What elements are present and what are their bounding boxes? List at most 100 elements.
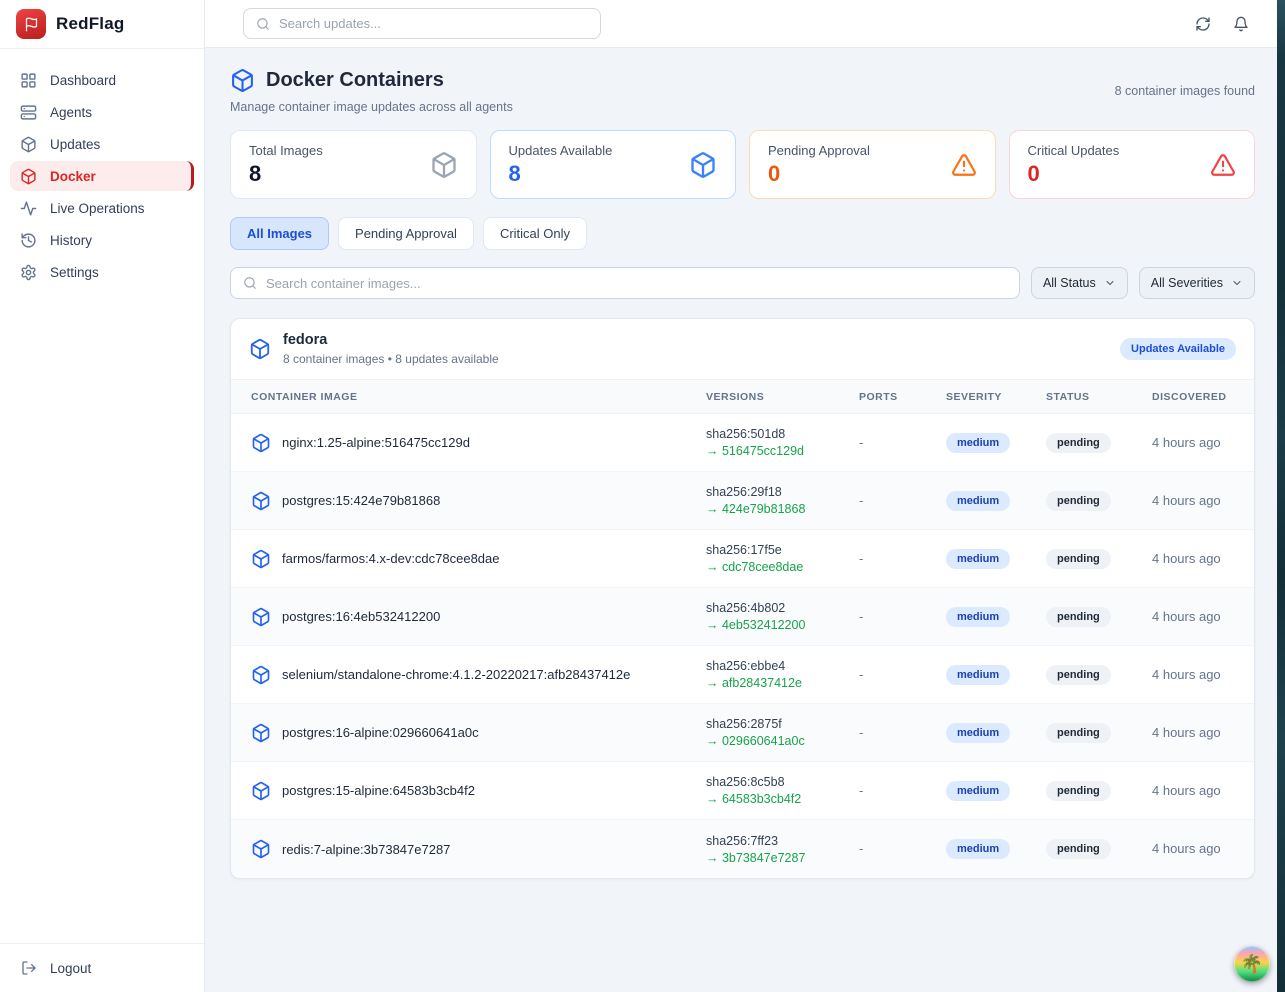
status-badge: pending: [1046, 433, 1111, 453]
sidebar-item-label: Settings: [50, 265, 99, 280]
col-versions: VERSIONS: [706, 391, 859, 403]
container-image-name: postgres:15-alpine:64583b3cb4f2: [282, 783, 475, 798]
discovered-value: 4 hours ago: [1152, 435, 1221, 450]
alert-icon: [951, 152, 977, 178]
stat-label: Total Images: [249, 143, 323, 158]
stat-cards: Total Images 8 Updates Available 8: [230, 130, 1255, 199]
col-severity: SEVERITY: [946, 391, 1046, 403]
package-icon: [251, 839, 271, 859]
global-search[interactable]: [243, 8, 601, 39]
container-image-name: selenium/standalone-chrome:4.1.2-2022021…: [282, 667, 630, 682]
severity-badge: medium: [946, 549, 1010, 569]
col-status: STATUS: [1046, 391, 1152, 403]
app-window: RedFlag Dashboard Agents Updates: [0, 0, 1277, 992]
version-update: → 3b73847e7287: [706, 851, 859, 865]
table-row[interactable]: postgres:15-alpine:64583b3cb4f2 sha256:8…: [231, 762, 1254, 820]
group-name: fedora: [283, 332, 499, 348]
severity-badge: medium: [946, 665, 1010, 685]
image-group-header[interactable]: fedora 8 container images • 8 updates av…: [231, 319, 1254, 379]
version-current: sha256:7ff23: [706, 834, 859, 848]
brand-name: RedFlag: [56, 14, 124, 34]
island-icon: 🌴: [1241, 955, 1263, 973]
history-icon: [20, 232, 37, 249]
ports-value: -: [859, 493, 863, 508]
version-current: sha256:29f18: [706, 485, 859, 499]
version-current: sha256:501d8: [706, 427, 859, 441]
table-body: nginx:1.25-alpine:516475cc129d sha256:50…: [231, 414, 1254, 878]
image-search[interactable]: [230, 267, 1020, 299]
version-update: → afb28437412e: [706, 676, 859, 690]
severity-badge: medium: [946, 607, 1010, 627]
severity-filter-select[interactable]: All Severities: [1139, 267, 1255, 299]
container-image-name: postgres:16:4eb532412200: [282, 609, 440, 624]
result-count: 8 container images found: [1115, 84, 1255, 98]
global-search-input[interactable]: [279, 16, 588, 31]
table-row[interactable]: postgres:15:424e79b81868 sha256:29f18 → …: [231, 472, 1254, 530]
package-icon: [251, 491, 271, 511]
table-row[interactable]: redis:7-alpine:3b73847e7287 sha256:7ff23…: [231, 820, 1254, 878]
status-badge: pending: [1046, 723, 1111, 743]
sidebar-item[interactable]: History: [10, 225, 194, 255]
container-image-name: farmos/farmos:4.x-dev:cdc78cee8dae: [282, 551, 500, 566]
filter-row: All Status All Severities: [230, 267, 1255, 299]
discovered-value: 4 hours ago: [1152, 725, 1221, 740]
docker-package-icon: [230, 68, 255, 93]
discovered-value: 4 hours ago: [1152, 493, 1221, 508]
sidebar-item[interactable]: Settings: [10, 257, 194, 287]
package-icon: [251, 549, 271, 569]
col-ports: PORTS: [859, 391, 946, 403]
sidebar-item[interactable]: Live Operations: [10, 193, 194, 223]
main-area: Docker Containers Manage container image…: [205, 0, 1277, 992]
stat-card: Updates Available 8: [490, 130, 737, 199]
status-badge: pending: [1046, 781, 1111, 801]
status-badge: pending: [1046, 665, 1111, 685]
sidebar-item[interactable]: Dashboard: [10, 65, 194, 95]
stat-label: Updates Available: [509, 143, 613, 158]
table-row[interactable]: postgres:16:4eb532412200 sha256:4b802 → …: [231, 588, 1254, 646]
dashboard-icon: [20, 72, 37, 89]
sidebar-item-label: Docker: [50, 169, 96, 184]
ports-value: -: [859, 435, 863, 450]
severity-badge: medium: [946, 839, 1010, 859]
images-table-card: fedora 8 container images • 8 updates av…: [230, 318, 1255, 879]
sidebar-item[interactable]: Docker: [10, 161, 194, 191]
image-search-input[interactable]: [266, 276, 1007, 291]
status-filter-select[interactable]: All Status: [1031, 267, 1128, 299]
sidebar-item-label: Dashboard: [50, 73, 116, 88]
sidebar-item[interactable]: Agents: [10, 97, 194, 127]
container-image-name: redis:7-alpine:3b73847e7287: [282, 842, 450, 857]
filter-tab[interactable]: Critical Only: [483, 217, 587, 250]
sidebar-item[interactable]: Updates: [10, 129, 194, 159]
filter-tab[interactable]: Pending Approval: [338, 217, 474, 250]
filter-tab[interactable]: All Images: [230, 217, 329, 250]
ports-value: -: [859, 783, 863, 798]
sidebar-item-label: Updates: [50, 137, 100, 152]
table-row[interactable]: postgres:16-alpine:029660641a0c sha256:2…: [231, 704, 1254, 762]
discovered-value: 4 hours ago: [1152, 609, 1221, 624]
live-operations-icon: [20, 200, 37, 217]
col-container-image: CONTAINER IMAGE: [251, 391, 706, 403]
table-header-row: CONTAINER IMAGE VERSIONS PORTS SEVERITY …: [231, 379, 1254, 414]
table-row[interactable]: farmos/farmos:4.x-dev:cdc78cee8dae sha25…: [231, 530, 1254, 588]
package-icon: [251, 607, 271, 627]
topbar-actions: [1195, 16, 1249, 32]
refresh-icon[interactable]: [1195, 16, 1211, 32]
island-widget-button[interactable]: 🌴: [1234, 946, 1270, 982]
version-current: sha256:8c5b8: [706, 775, 859, 789]
version-current: sha256:2875f: [706, 717, 859, 731]
alert-icon: [1210, 152, 1236, 178]
discovered-value: 4 hours ago: [1152, 783, 1221, 798]
agents-icon: [20, 104, 37, 121]
table-row[interactable]: nginx:1.25-alpine:516475cc129d sha256:50…: [231, 414, 1254, 472]
discovered-value: 4 hours ago: [1152, 667, 1221, 682]
stat-value: 8: [249, 161, 323, 187]
package-icon: [251, 433, 271, 453]
logout-button[interactable]: Logout: [0, 943, 204, 992]
table-row[interactable]: selenium/standalone-chrome:4.1.2-2022021…: [231, 646, 1254, 704]
page-subtitle: Manage container image updates across al…: [230, 100, 513, 114]
logout-label: Logout: [50, 961, 91, 976]
version-current: sha256:17f5e: [706, 543, 859, 557]
package-icon: [251, 781, 271, 801]
bell-icon[interactable]: [1233, 16, 1249, 32]
version-update: → 64583b3cb4f2: [706, 792, 859, 806]
